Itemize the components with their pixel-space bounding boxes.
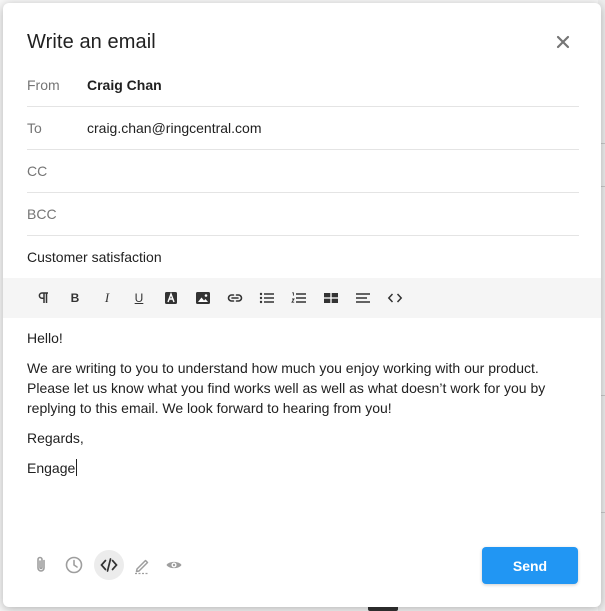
bulleted-list-button[interactable] [255,286,279,310]
subject-field[interactable]: Customer satisfaction [27,236,579,278]
align-button[interactable] [351,286,375,310]
signature-icon [135,559,149,575]
insert-image-button[interactable] [191,286,215,310]
from-label: From [27,77,60,93]
insert-link-button[interactable] [223,286,247,310]
align-icon [356,293,370,303]
body-closing: Regards, [27,430,84,446]
from-value[interactable]: Craig Chan [87,64,162,107]
italic-icon: I [104,290,110,305]
to-field[interactable]: craig.chan@ringcentral.com [87,107,262,150]
paragraph-format-button[interactable] [31,286,55,310]
bold-icon: B [70,291,80,305]
numbered-list-button[interactable] [287,286,311,310]
from-row: From Craig Chan [27,64,579,107]
body-signature: Engage [27,460,76,476]
text-color-icon [165,292,177,304]
code-view-button[interactable] [94,550,124,580]
source-code-button[interactable] [383,286,407,310]
text-cursor [76,459,78,476]
bcc-row: BCC [27,193,579,236]
table-button[interactable] [319,286,343,310]
underline-button[interactable]: U [127,286,151,310]
italic-button[interactable]: I [95,286,119,310]
insert-link-icon [227,294,243,302]
text-color-button[interactable] [159,286,183,310]
schedule-send-button[interactable] [62,553,86,577]
attach-file-button[interactable] [29,553,53,577]
body-signature-line: Engage [27,458,579,478]
numbered-list-icon [291,292,306,303]
paragraph-icon [38,292,48,303]
send-button[interactable]: Send [482,547,578,584]
preview-eye-icon [166,561,182,569]
dialog-title: Write an email [27,31,156,53]
preview-button[interactable] [162,553,186,577]
bcc-field[interactable] [87,203,567,225]
source-code-icon [387,293,403,303]
email-body-editor[interactable]: Hello! We are writing to you to understa… [27,328,579,488]
schedule-clock-icon [65,556,83,574]
code-view-icon [100,558,118,572]
attachment-icon [37,556,45,572]
to-label: To [27,120,42,136]
insert-image-icon [196,292,210,304]
cc-row: CC [27,150,579,193]
formatting-toolbar: B I U [3,278,601,318]
bold-button[interactable]: B [63,286,87,310]
compose-email-dialog: Write an email From Craig Chan To craig.… [3,3,601,607]
cc-field[interactable] [87,160,567,182]
close-icon [556,35,570,49]
subject-row: Customer satisfaction [27,236,579,278]
cc-label: CC [27,163,48,179]
table-icon [324,293,338,303]
underline-icon: U [134,291,144,305]
signature-button[interactable] [130,553,154,577]
body-greeting: Hello! [27,330,63,346]
bcc-label: BCC [27,206,57,222]
to-row: To craig.chan@ringcentral.com [27,107,579,150]
bulleted-list-icon [259,292,274,304]
close-button[interactable] [551,30,575,54]
body-paragraph: We are writing to you to understand how … [27,360,546,416]
